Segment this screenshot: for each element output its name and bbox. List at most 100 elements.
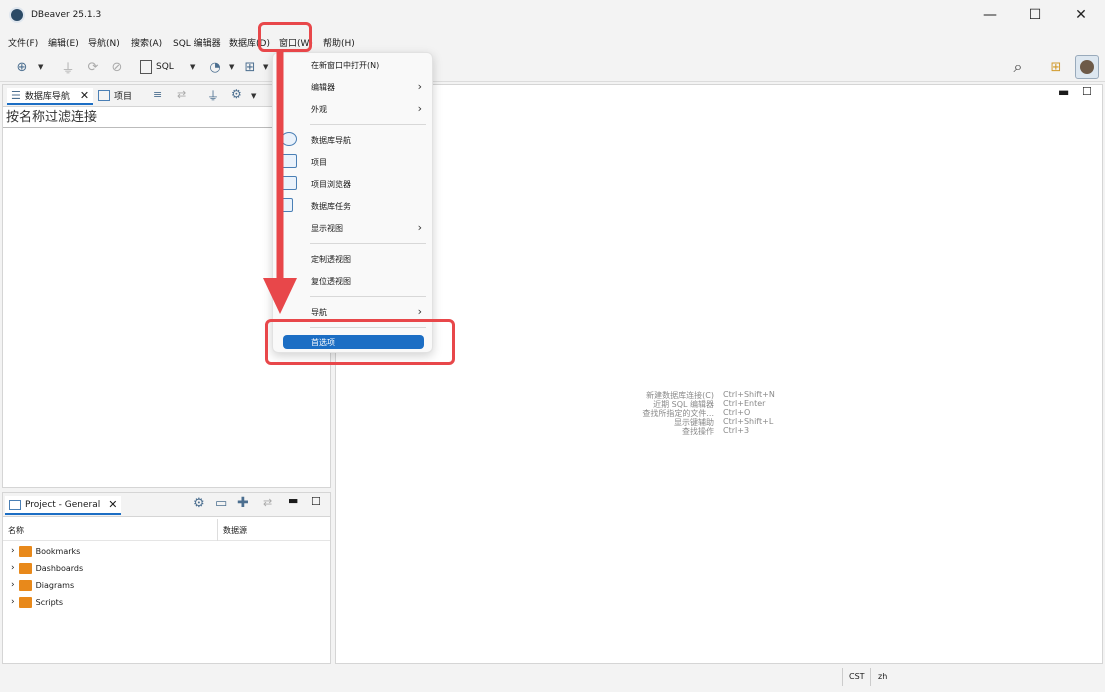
chevron-right-icon[interactable]: › [11, 563, 15, 573]
chevron-right-icon: › [417, 80, 422, 93]
chevron-right-icon[interactable]: › [11, 546, 15, 556]
new-connection-icon[interactable]: ⏚ [207, 87, 219, 104]
chevron-right-icon: › [417, 102, 422, 115]
close-icon[interactable]: ✕ [80, 89, 89, 102]
window-title: DBeaver 25.1.3 [31, 10, 102, 20]
chevron-right-icon[interactable]: › [11, 580, 15, 590]
minimize-view-icon[interactable]: ▬ [288, 494, 298, 507]
menu-edit[interactable]: 编辑(E) [48, 36, 79, 49]
menu-help[interactable]: 帮助(H) [323, 36, 355, 49]
menu-item-label: 外观 [311, 105, 327, 114]
menu-file[interactable]: 文件(F) [8, 36, 38, 49]
hint-find-file-shortcut: Ctrl+O [723, 408, 751, 417]
hint-key-assist-shortcut: Ctrl+Shift+L [723, 417, 774, 426]
tree-item-diagrams[interactable]: › Diagrams [11, 577, 74, 593]
hint-find-action: 查找操作 [682, 427, 714, 436]
menu-item-label: 数据库导航 [311, 136, 351, 145]
close-button[interactable]: ✕ [1058, 0, 1104, 30]
new-connection-icon[interactable]: ⊕ [12, 57, 32, 77]
link-icon[interactable]: ⇄ [263, 496, 272, 509]
minimize-button[interactable]: — [967, 0, 1013, 30]
chevron-down-icon[interactable]: ▼ [251, 92, 256, 100]
scripts-folder-icon [18, 596, 32, 608]
menu-item-label: 编辑器 [311, 83, 335, 92]
hint-find-action-shortcut: Ctrl+3 [723, 426, 750, 435]
column-name[interactable]: 名称 [8, 525, 24, 536]
locale-indicator[interactable]: zh [878, 672, 887, 681]
menu-sql-editor[interactable]: SQL 编辑器 [173, 36, 221, 49]
timezone-indicator[interactable]: CST [849, 672, 865, 681]
hint-new-connection-shortcut: Ctrl+Shift+N [723, 390, 775, 399]
open-perspective-icon[interactable]: ⊞ [1046, 57, 1066, 77]
tree-item-label: Bookmarks [35, 546, 81, 556]
tab-projects[interactable]: 项目 [98, 89, 132, 102]
highlight-preferences [265, 319, 455, 365]
reconnect-icon[interactable]: ⟳ [83, 57, 103, 77]
sql-label: SQL [156, 62, 174, 72]
schema-icon[interactable]: ⊞ [240, 57, 260, 77]
project-panel: Project - General ✕ ⚙ ▭ ✚ ⇄ ▬ ☐ 名称 数据源 ›… [2, 492, 331, 664]
sql-editor-button[interactable]: SQL [140, 57, 192, 77]
diagrams-folder-icon [18, 579, 32, 591]
menu-item-label: 在新窗口中打开(N) [311, 61, 380, 70]
menu-item-label: 导航 [311, 308, 327, 317]
chevron-right-icon[interactable]: › [11, 597, 15, 607]
chevron-down-icon[interactable]: ▼ [229, 63, 234, 71]
gear-icon[interactable]: ⚙ [193, 496, 205, 511]
status-divider [870, 668, 871, 686]
dashboards-folder-icon [18, 562, 32, 574]
tab-project-general[interactable]: Project - General ✕ [5, 496, 122, 515]
collapse-icon[interactable]: ▭ [215, 496, 227, 511]
column-datasource[interactable]: 数据源 [223, 525, 247, 536]
chevron-down-icon[interactable]: ▼ [190, 63, 195, 71]
chevron-down-icon[interactable]: ▼ [38, 63, 43, 71]
tab-project-general-label: Project - General [25, 499, 101, 510]
status-bar: CST zh [0, 664, 1105, 692]
minimize-view-icon[interactable]: ▬ [1058, 85, 1069, 99]
main-toolbar: ⊕ ▼ ⏚ ⟳ ⊘ SQL ▼ ◔ ▼ ⊞ ▼ ⌕ ⊞ [0, 52, 1105, 82]
down-arrow-annotation [263, 50, 297, 314]
chevron-right-icon: › [417, 221, 422, 234]
tab-projects-label: 项目 [114, 92, 133, 102]
tree-item-label: Scripts [35, 597, 63, 607]
collapse-all-icon[interactable]: ≡ [153, 88, 162, 101]
connect-icon[interactable]: ⏚ [58, 57, 78, 77]
tab-database-navigator[interactable]: ☰ 数据库导航 ✕ [7, 88, 94, 105]
bookmarks-folder-icon [18, 545, 32, 557]
menu-bar: 文件(F) 编辑(E) 导航(N) 搜索(A) SQL 编辑器 数据库(D) 窗… [0, 32, 1105, 52]
tree-item-scripts[interactable]: › Scripts [11, 594, 63, 610]
link-with-editor-icon[interactable]: ⇄ [177, 88, 186, 101]
tree-item-label: Dashboards [35, 563, 84, 573]
column-divider[interactable] [217, 519, 218, 541]
expand-icon[interactable]: ✚ [237, 495, 249, 511]
menu-item-label: 项目 [311, 158, 327, 167]
tab-database-navigator-label: 数据库导航 [24, 92, 70, 102]
title-bar: DBeaver 25.1.3 — ☐ ✕ [0, 0, 1105, 32]
maximize-view-icon[interactable]: ☐ [1082, 85, 1092, 98]
project-icon [9, 499, 21, 510]
tree-item-bookmarks[interactable]: › Bookmarks [11, 543, 80, 559]
menu-search[interactable]: 搜索(A) [131, 36, 162, 49]
project-table-header: 名称 数据源 [3, 519, 330, 541]
menu-item-label: 数据库任务 [311, 202, 351, 211]
beaver-icon [1080, 60, 1094, 74]
transaction-mode-icon[interactable]: ◔ [205, 57, 225, 77]
close-icon[interactable]: ✕ [108, 498, 117, 511]
menu-item-label: 显示视图 [311, 224, 343, 233]
menu-separator [310, 124, 426, 125]
projects-icon [98, 90, 110, 101]
connection-settings-icon[interactable]: ⚙ [231, 87, 242, 101]
maximize-button[interactable]: ☐ [1012, 0, 1058, 30]
maximize-view-icon[interactable]: ☐ [311, 495, 321, 508]
menu-separator [310, 296, 426, 297]
disconnect-icon[interactable]: ⊘ [107, 57, 127, 77]
menu-item-label: 定制透视图 [311, 255, 351, 264]
dbeaver-perspective-button[interactable] [1075, 55, 1099, 79]
status-divider [842, 668, 843, 686]
hint-recent-sql-shortcut: Ctrl+Enter [723, 399, 766, 408]
menu-navigate[interactable]: 导航(N) [88, 36, 120, 49]
editor-area: ▬ ☐ [335, 84, 1103, 664]
tree-item-dashboards[interactable]: › Dashboards [11, 560, 83, 576]
document-icon [140, 60, 152, 74]
search-icon[interactable]: ⌕ [1008, 57, 1028, 77]
